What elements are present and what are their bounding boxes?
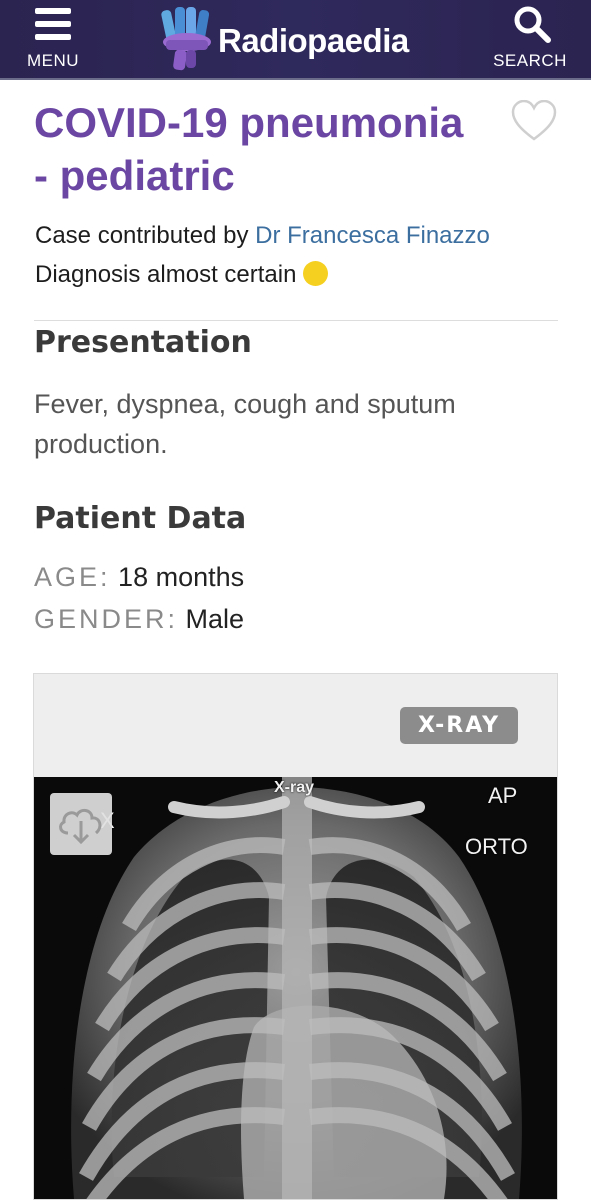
- diagnosis-line: Diagnosis almost certain: [35, 261, 329, 289]
- xray-orto-label: ORTO: [465, 834, 528, 859]
- heart-icon[interactable]: [511, 100, 557, 142]
- logo-text: Radiopaedia: [218, 22, 409, 59]
- gender-value: Male: [185, 604, 245, 634]
- case-title: COVID-19 pneumonia - pediatric: [34, 96, 504, 202]
- radiopaedia-logo[interactable]: Radiopaedia: [160, 6, 420, 74]
- contributed-prefix: Case contributed by: [35, 222, 249, 249]
- modality-badge[interactable]: X-RAY: [400, 707, 518, 744]
- menu-label: MENU: [26, 51, 80, 70]
- age-label: AGE:: [34, 562, 111, 592]
- presentation-heading: Presentation: [34, 325, 252, 360]
- xray-top-label: X-ray: [274, 779, 315, 796]
- download-button[interactable]: [50, 793, 112, 855]
- search-icon: [514, 6, 551, 43]
- search-label: SEARCH: [493, 51, 567, 70]
- contributor-link[interactable]: Dr Francesca Finazzo: [255, 222, 490, 249]
- case-contributor-line: Case contributed by Dr Francesca Finazzo: [35, 222, 490, 250]
- top-header: MENU Radiopaedia SEARCH: [0, 0, 591, 80]
- age-value: 18 months: [118, 562, 245, 592]
- diagnosis-certainty-dot-icon: [303, 261, 329, 286]
- xray-image-viewer[interactable]: X-ray AP ORTO X: [34, 777, 557, 1199]
- header-divider: [0, 78, 591, 80]
- menu-button[interactable]: MENU: [20, 6, 86, 72]
- gender-label: GENDER:: [34, 604, 179, 634]
- patient-gender-row: GENDER: Male: [34, 604, 244, 635]
- case-title-line1: COVID-19 pneumonia: [34, 99, 464, 146]
- radiopaedia-logo-icon: [161, 7, 211, 71]
- study-panel: X-RAY X-ray AP ORTO: [33, 673, 558, 1200]
- presentation-text: Fever, dyspnea, cough and sputum product…: [34, 389, 456, 459]
- patient-data-heading: Patient Data: [34, 501, 247, 536]
- section-divider: [34, 320, 558, 321]
- search-button[interactable]: SEARCH: [490, 4, 570, 74]
- case-title-line2: - pediatric: [34, 152, 235, 199]
- diagnosis-text: Diagnosis almost certain: [35, 261, 297, 288]
- xray-ap-label: AP: [488, 783, 518, 808]
- menu-icon: [35, 8, 71, 42]
- download-icon: [59, 809, 102, 845]
- patient-age-row: AGE: 18 months: [34, 562, 244, 593]
